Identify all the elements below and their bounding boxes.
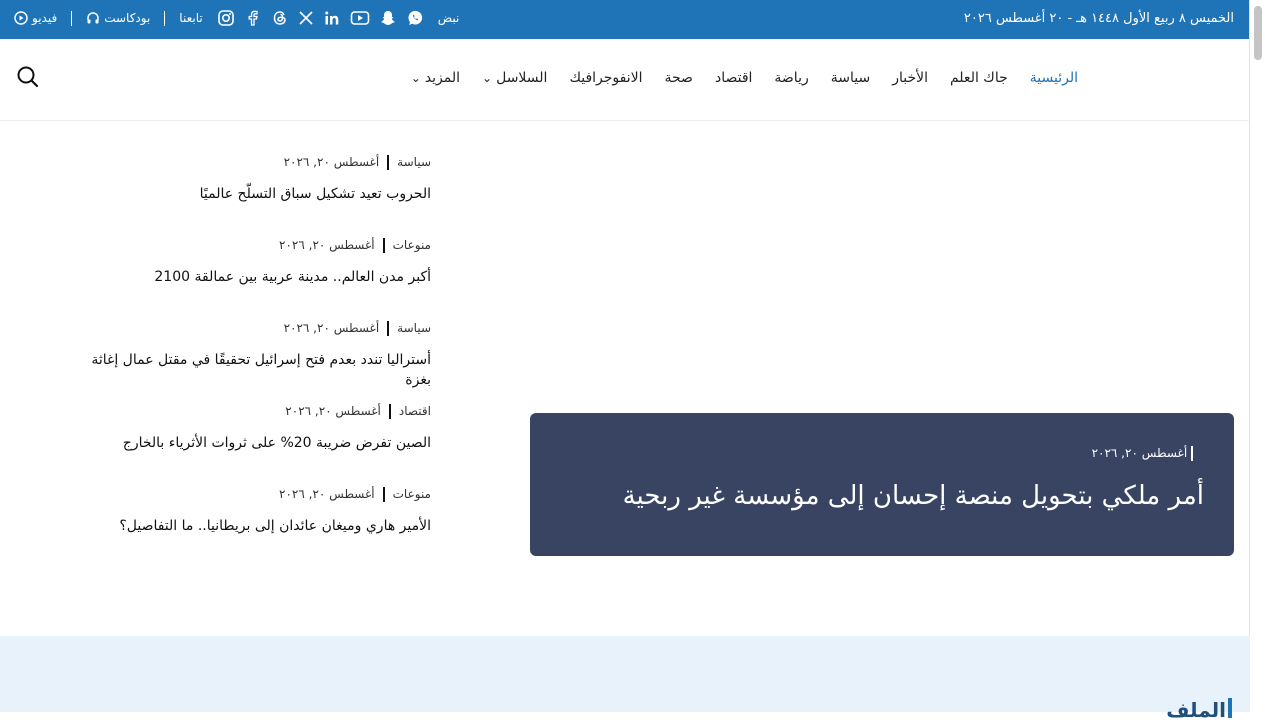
video-link[interactable]: فيديو xyxy=(14,11,57,25)
scrollbar[interactable] xyxy=(1249,0,1265,712)
nav-item-more[interactable]: المزيد xyxy=(411,70,460,86)
nav-item-news[interactable]: الأخبار xyxy=(892,70,928,86)
featured-article-date: أغسطس ٢٠, ٢٠٢٦ xyxy=(1091,446,1188,460)
youtube-icon[interactable] xyxy=(350,10,370,26)
section-accent xyxy=(1228,698,1232,718)
main-nav: الرئيسية جاك العلم الأخبار سياسة رياضة ا… xyxy=(411,70,1078,86)
nav-item-home[interactable]: الرئيسية xyxy=(1030,70,1078,86)
search-icon[interactable] xyxy=(16,65,40,89)
article-meta: سياسة أغسطس ٢٠, ٢٠٢٦ xyxy=(71,316,431,340)
divider xyxy=(382,238,385,253)
scrollbar-thumb[interactable] xyxy=(1254,6,1262,60)
nav-item-jak-alelm[interactable]: جاك العلم xyxy=(950,70,1008,86)
article-title[interactable]: أكبر مدن العالم.. مدينة عربية بين عمالقة… xyxy=(71,267,431,287)
nav-item-infographics[interactable]: الانفوجرافيك xyxy=(569,70,642,86)
divider xyxy=(388,404,391,419)
article-meta: اقتصاد أغسطس ٢٠, ٢٠٢٦ xyxy=(71,399,431,423)
list-item: سياسة أغسطس ٢٠, ٢٠٢٦ الحروب تعيد تشكيل سب… xyxy=(71,150,431,233)
article-meta: سياسة أغسطس ٢٠, ٢٠٢٦ xyxy=(71,150,431,174)
featured-article-meta: أغسطس ٢٠, ٢٠٢٦ xyxy=(1092,446,1201,461)
follow-label: تابعنا xyxy=(179,11,203,25)
divider xyxy=(387,321,390,336)
list-item: اقتصاد أغسطس ٢٠, ٢٠٢٦ الصين تفرض ضريبة 20… xyxy=(71,399,431,482)
play-circle-icon xyxy=(14,11,28,25)
nav-item-sports[interactable]: رياضة xyxy=(774,70,808,86)
social-icons xyxy=(217,9,424,27)
nav-item-economy[interactable]: اقتصاد xyxy=(715,70,752,86)
nav-item-politics[interactable]: سياسة xyxy=(831,70,870,86)
threads-icon[interactable] xyxy=(271,9,289,27)
facebook-icon[interactable] xyxy=(244,9,262,27)
article-title[interactable]: الصين تفرض ضريبة 20% على ثروات الأثرياء … xyxy=(71,433,431,453)
article-meta: منوعات أغسطس ٢٠, ٢٠٢٦ xyxy=(71,233,431,257)
top-bar: الخميس ٨ ربيع الأول ١٤٤٨ هـ - ٢٠ أغسطس ٢… xyxy=(0,0,1250,39)
article-date: أغسطس ٢٠, ٢٠٢٦ xyxy=(279,487,375,501)
divider xyxy=(71,10,73,26)
podcast-label: بودكاست xyxy=(104,11,151,25)
list-item: منوعات أغسطس ٢٠, ٢٠٢٦ الأمير هاري وميغان … xyxy=(71,482,431,565)
divider xyxy=(382,487,385,502)
headphones-icon xyxy=(86,11,100,25)
featured-article-title[interactable]: أمر ملكي بتحويل منصة إحسان إلى مؤسسة غير… xyxy=(623,481,1204,511)
list-item: منوعات أغسطس ٢٠, ٢٠٢٦ أكبر مدن العالم.. م… xyxy=(71,233,431,316)
divider xyxy=(164,10,166,26)
latest-articles-list: سياسة أغسطس ٢٠, ٢٠٢٦ الحروب تعيد تشكيل سب… xyxy=(71,150,431,565)
article-date: أغسطس ٢٠, ٢٠٢٦ xyxy=(279,238,375,252)
header-date: الخميس ٨ ربيع الأول ١٤٤٨ هـ - ٢٠ أغسطس ٢… xyxy=(963,11,1234,26)
snapchat-icon[interactable] xyxy=(379,9,397,27)
whatsapp-icon[interactable] xyxy=(406,9,424,27)
section-title: الملف xyxy=(1166,698,1226,722)
article-date: أغسطس ٢٠, ٢٠٢٦ xyxy=(285,404,381,418)
next-section: الملف xyxy=(0,636,1250,722)
article-category[interactable]: منوعات xyxy=(393,238,431,252)
nav-item-health[interactable]: صحة xyxy=(665,70,693,86)
article-category[interactable]: منوعات xyxy=(393,487,431,501)
instagram-icon[interactable] xyxy=(217,9,235,27)
main-navbar: الرئيسية جاك العلم الأخبار سياسة رياضة ا… xyxy=(0,39,1250,121)
article-title[interactable]: أستراليا تندد بعدم فتح إسرائيل تحقيقًا ف… xyxy=(71,350,431,390)
list-item: سياسة أغسطس ٢٠, ٢٠٢٦ أستراليا تندد بعدم ف… xyxy=(71,316,431,399)
pulse-label[interactable]: نبض xyxy=(438,11,460,25)
article-date: أغسطس ٢٠, ٢٠٢٦ xyxy=(283,321,380,335)
featured-article-card[interactable]: أغسطس ٢٠, ٢٠٢٦ أمر ملكي بتحويل منصة إحسا… xyxy=(530,413,1234,556)
article-category[interactable]: سياسة xyxy=(397,321,431,335)
article-meta: منوعات أغسطس ٢٠, ٢٠٢٦ xyxy=(71,482,431,506)
topbar-links: فيديو بودكاست تابعنا نبض xyxy=(14,9,459,27)
linkedin-icon[interactable] xyxy=(323,9,341,27)
divider xyxy=(1191,446,1193,461)
article-title[interactable]: الأمير هاري وميغان عائدان إلى بريطانيا..… xyxy=(71,516,431,536)
article-title[interactable]: الحروب تعيد تشكيل سباق التسلّح عالميًا xyxy=(71,184,431,204)
nav-item-series[interactable]: السلاسل xyxy=(482,70,547,86)
video-label: فيديو xyxy=(32,11,58,25)
podcast-link[interactable]: بودكاست xyxy=(86,11,150,25)
article-category[interactable]: اقتصاد xyxy=(399,404,431,418)
x-icon[interactable] xyxy=(298,10,314,26)
article-category[interactable]: سياسة xyxy=(397,155,431,169)
article-date: أغسطس ٢٠, ٢٠٢٦ xyxy=(283,155,380,169)
divider xyxy=(387,155,390,170)
